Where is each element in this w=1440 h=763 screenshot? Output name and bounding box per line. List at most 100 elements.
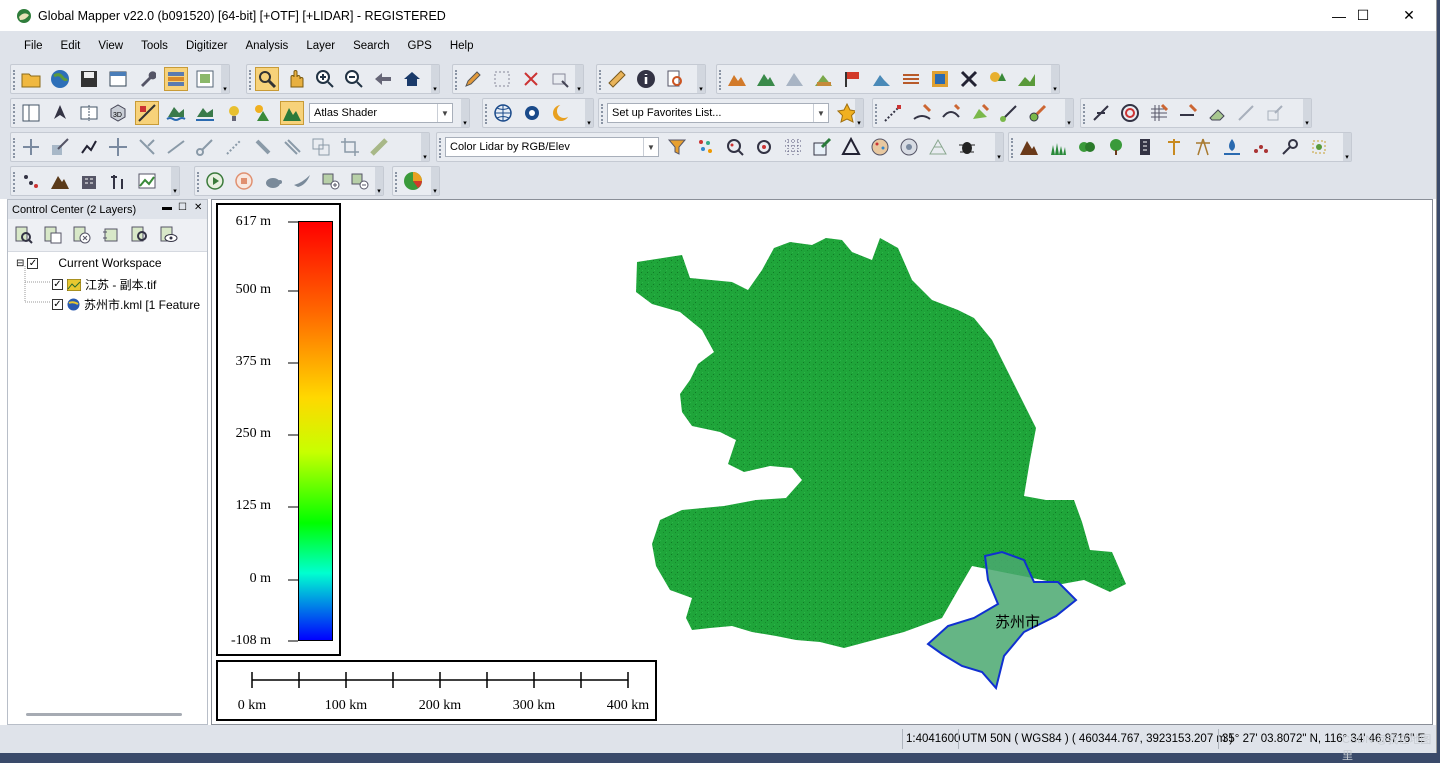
layer-item[interactable]: ✓ 苏州市.kml [1 Feature [52, 296, 200, 313]
disabled-select-icon[interactable] [1263, 101, 1287, 125]
back-arrow-icon[interactable] [371, 67, 395, 91]
crop-icon[interactable] [338, 135, 362, 159]
home-icon[interactable] [400, 67, 424, 91]
shapes-icon[interactable] [986, 67, 1010, 91]
maximize-button[interactable]: ☐ [1340, 0, 1386, 31]
target-icon[interactable] [1118, 101, 1142, 125]
menu-tools[interactable]: Tools [141, 40, 168, 52]
moon-icon[interactable] [549, 101, 573, 125]
rotate-icon[interactable] [251, 135, 275, 159]
layer-visibility-icon[interactable] [157, 223, 181, 247]
split-line-icon[interactable] [135, 135, 159, 159]
power-pole-icon[interactable] [1162, 135, 1186, 159]
texture-icon[interactable] [868, 135, 892, 159]
menu-gps[interactable]: GPS [408, 40, 432, 52]
tree-icon[interactable] [1104, 135, 1128, 159]
direction-icon[interactable] [48, 101, 72, 125]
menu-edit[interactable]: Edit [61, 40, 81, 52]
config-icon[interactable] [106, 67, 130, 91]
node-edit-icon[interactable] [997, 101, 1021, 125]
view-shed-icon[interactable] [754, 67, 778, 91]
scatter-icon[interactable] [19, 169, 43, 193]
layout-icon[interactable] [19, 101, 43, 125]
hillshade-icon[interactable] [135, 101, 159, 125]
play-icon[interactable] [203, 169, 227, 193]
poles-icon[interactable] [106, 169, 130, 193]
layer-close-icon[interactable] [70, 223, 94, 247]
wrench-icon[interactable] [135, 67, 159, 91]
menu-file[interactable]: File [24, 40, 43, 52]
multi-select-icon[interactable] [280, 135, 304, 159]
contour-icon[interactable] [899, 67, 923, 91]
curve-icon[interactable] [939, 101, 963, 125]
pie-chart-icon[interactable] [401, 169, 425, 193]
point-select-icon[interactable] [222, 135, 246, 159]
globe-icon[interactable] [48, 67, 72, 91]
move-icon[interactable] [106, 135, 130, 159]
menu-search[interactable]: Search [353, 40, 389, 52]
bug-icon[interactable] [955, 135, 979, 159]
measure-edit-icon[interactable] [1176, 101, 1200, 125]
edit-vertices-icon[interactable] [548, 67, 572, 91]
vertex-path-icon[interactable] [77, 135, 101, 159]
filter-icon[interactable] [665, 135, 689, 159]
dots-icon[interactable] [1249, 135, 1273, 159]
layer-options-icon[interactable] [41, 223, 65, 247]
sun-terrain-icon[interactable] [251, 101, 275, 125]
building-3d-icon[interactable] [77, 169, 101, 193]
3d-view-icon[interactable]: 3D [106, 101, 130, 125]
eraser-icon[interactable] [1205, 101, 1229, 125]
cut-fill-icon[interactable] [812, 67, 836, 91]
web-globe-icon[interactable] [491, 101, 515, 125]
zoom-in-icon[interactable] [313, 67, 337, 91]
layer-item[interactable]: ✓ 江苏 - 副本.tif [52, 276, 156, 293]
disabled-edit-icon[interactable] [1234, 101, 1258, 125]
menu-help[interactable]: Help [450, 40, 474, 52]
water-drop-icon[interactable] [193, 101, 217, 125]
overlay-control-icon[interactable] [164, 67, 188, 91]
light-icon[interactable] [222, 101, 246, 125]
terrain-edit-icon[interactable] [1015, 67, 1039, 91]
add-keyframe-icon[interactable] [319, 169, 343, 193]
layer-find-icon[interactable] [128, 223, 152, 247]
tower-icon[interactable] [1191, 135, 1215, 159]
float-icon[interactable]: ☐ [178, 202, 187, 213]
key-icon[interactable] [1278, 135, 1302, 159]
feature-search-icon[interactable] [663, 67, 687, 91]
map-layout-icon[interactable] [193, 67, 217, 91]
terrain-profile-icon[interactable] [725, 67, 749, 91]
network-icon[interactable] [1307, 135, 1331, 159]
menu-analysis[interactable]: Analysis [245, 40, 288, 52]
volume-icon[interactable] [783, 67, 807, 91]
close-button[interactable]: ✕ [1386, 0, 1432, 31]
shader-mountain-icon[interactable] [280, 101, 304, 125]
pencil-icon[interactable] [461, 67, 485, 91]
raster-calc-icon[interactable] [928, 67, 952, 91]
mountain-icon[interactable] [1017, 135, 1041, 159]
classify-search-icon[interactable] [752, 135, 776, 159]
triangle-icon[interactable] [839, 135, 863, 159]
scissors-icon[interactable] [193, 135, 217, 159]
pan-hand-icon[interactable] [284, 67, 308, 91]
split-view-icon[interactable] [77, 101, 101, 125]
resize-icon[interactable] [48, 135, 72, 159]
slow-turtle-icon[interactable] [261, 169, 285, 193]
line-segment-icon[interactable] [164, 135, 188, 159]
line-draw-icon[interactable] [881, 101, 905, 125]
info-icon[interactable] [634, 67, 658, 91]
density-icon[interactable] [897, 135, 921, 159]
grid-points-icon[interactable] [781, 135, 805, 159]
select-area-icon[interactable] [490, 67, 514, 91]
layer-zoom-icon[interactable] [12, 223, 36, 247]
settings-gear-icon[interactable] [520, 101, 544, 125]
ruler-edit-icon[interactable] [367, 135, 391, 159]
area-edit-icon[interactable] [968, 101, 992, 125]
map-view[interactable]: 苏州市 617 m 500 m 375 m 250 m 125 m 0 m -1… [211, 199, 1433, 725]
favorites-select[interactable]: Set up Favorites List... ▼ [607, 103, 829, 123]
menu-view[interactable]: View [98, 40, 123, 52]
shader-select[interactable]: Atlas Shader ▼ [309, 103, 453, 123]
layer-checkbox[interactable]: ✓ [52, 299, 63, 310]
grass-icon[interactable] [1046, 135, 1070, 159]
zoom-tool-icon[interactable] [255, 67, 279, 91]
zoom-out-icon[interactable] [342, 67, 366, 91]
